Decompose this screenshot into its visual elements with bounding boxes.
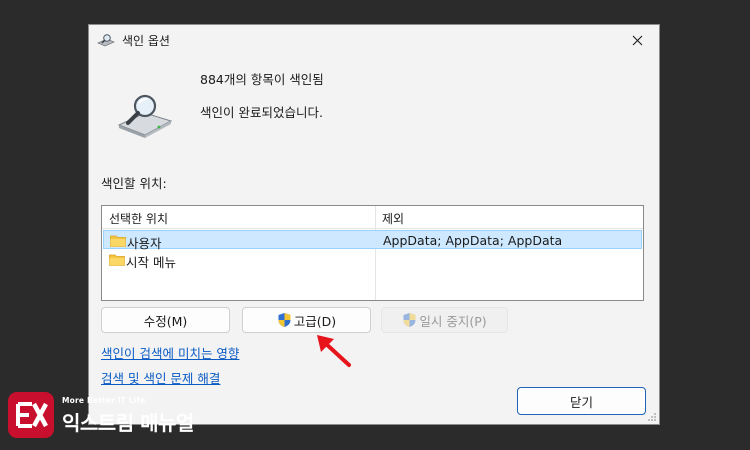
red-arrow-icon: [317, 335, 351, 367]
uac-shield-icon: [278, 313, 291, 327]
column-header-exclude[interactable]: 제외: [382, 210, 404, 227]
window-title: 색인 옵션: [122, 34, 170, 48]
locations-table: 선택한 위치 제외 사용자 AppData; AppData; AppData …: [101, 205, 644, 301]
close-button[interactable]: 닫기: [517, 387, 646, 415]
table-header: 선택한 위치 제외: [102, 206, 643, 229]
index-status-message: 색인이 완료되었습니다.: [200, 105, 323, 120]
pause-button[interactable]: 일시 중지(P): [381, 307, 508, 333]
folder-icon: [109, 254, 125, 266]
exclude-cell: AppData; AppData; AppData: [383, 233, 563, 248]
modify-button[interactable]: 수정(M): [101, 307, 230, 333]
folder-icon: [110, 235, 126, 247]
pause-button-label: 일시 중지(P): [419, 313, 487, 329]
indexed-items-count: 884개의 항목이 색인됨: [200, 72, 324, 87]
uac-shield-icon: [403, 313, 416, 327]
close-window-button[interactable]: [615, 25, 659, 55]
advanced-button[interactable]: 고급(D): [242, 307, 371, 333]
troubleshoot-link[interactable]: 검색 및 색인 문제 해결: [101, 368, 220, 387]
drive-magnifier-icon: [117, 94, 173, 138]
table-row[interactable]: 사용자 AppData; AppData; AppData: [103, 230, 642, 251]
table-row[interactable]: 시작 메뉴: [103, 250, 642, 270]
advanced-button-label: 고급(D): [293, 313, 337, 329]
close-icon: [632, 35, 642, 45]
watermark-tagline: More Better IT Life: [62, 396, 146, 405]
locations-label: 색인할 위치:: [101, 176, 167, 191]
watermark-name: 익스트림 매뉴얼: [62, 411, 194, 435]
indexing-options-icon: [97, 34, 115, 47]
column-header-location[interactable]: 선택한 위치: [109, 210, 168, 227]
modify-button-label: 수정(M): [143, 313, 188, 329]
indexing-options-dialog: 색인 옵션 884개의 항목이 색인됨 색인이 완료되었습니다. 색인할 위치:…: [88, 24, 660, 425]
title-bar: 색인 옵션: [89, 25, 659, 55]
ex-logo-icon: [16, 402, 48, 428]
close-button-label: 닫기: [569, 394, 593, 410]
resize-grip-icon[interactable]: [647, 412, 657, 422]
site-logo: [8, 392, 54, 438]
site-watermark: More Better IT Life 익스트림 매뉴얼: [8, 392, 208, 440]
location-cell: 시작 메뉴: [126, 255, 176, 270]
indexing-affects-search-link[interactable]: 색인이 검색에 미치는 영향: [101, 343, 239, 362]
